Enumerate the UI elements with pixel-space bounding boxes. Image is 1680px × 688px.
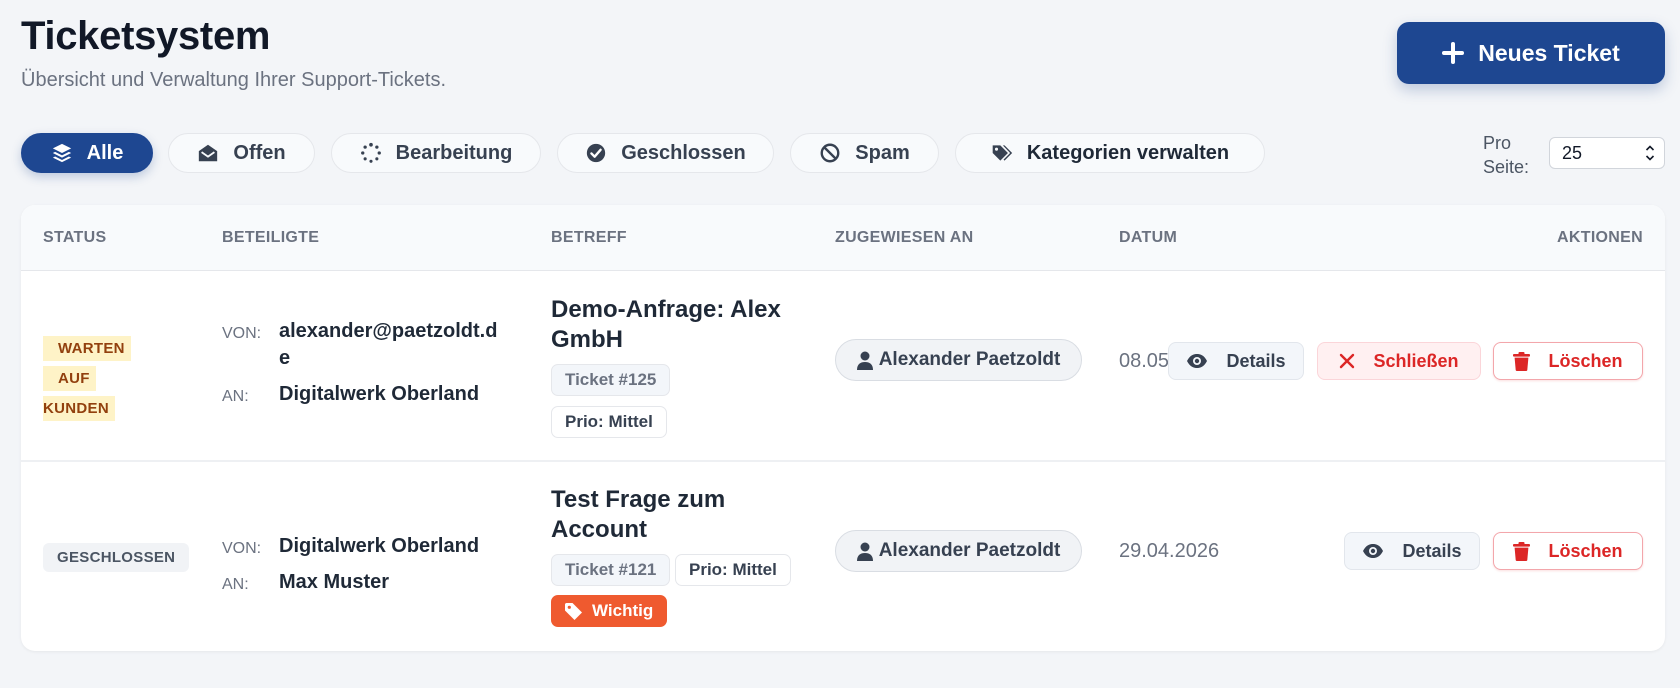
manage-categories-button[interactable]: Kategorien verwalten <box>955 133 1265 173</box>
filter-label: Geschlossen <box>621 141 746 164</box>
priority-badge: Prio: Mittel <box>551 406 667 438</box>
select-arrows-icon <box>1645 145 1655 161</box>
per-page-select[interactable]: 25 <box>1549 137 1665 169</box>
delete-button[interactable]: Löschen <box>1493 532 1643 570</box>
table-header: STATUS BETEILIGTE BETREFF ZUGEWIESEN AN … <box>21 205 1665 271</box>
eye-icon <box>1187 354 1208 368</box>
filter-all[interactable]: Alle <box>21 133 153 173</box>
filter-label: Kategorien verwalten <box>1026 141 1230 164</box>
to-value: Digitalwerk Oberland <box>279 383 480 405</box>
assignee-chip[interactable]: Alexander Paetzoldt <box>835 339 1082 381</box>
filter-label: Spam <box>855 141 910 164</box>
page-header: Ticketsystem Übersicht und Verwaltung Ih… <box>21 14 446 92</box>
filter-open[interactable]: Offen <box>168 133 315 173</box>
envelope-open-icon <box>199 144 218 162</box>
delete-label: Löschen <box>1548 540 1623 561</box>
ticket-date: 08.05 <box>1119 350 1170 372</box>
details-label: Details <box>1402 540 1462 561</box>
column-header-subject: BETREFF <box>551 229 627 246</box>
ticket-subject[interactable]: Test Frage zum Account <box>551 485 725 545</box>
eye-icon <box>1363 544 1384 558</box>
close-label: Schließen <box>1373 350 1459 371</box>
column-header-actions: AKTIONEN <box>1557 229 1643 246</box>
assignee-name: Alexander Paetzoldt <box>878 349 1061 370</box>
table-row: GESCHLOSSEN VON: Digitalwerk Oberland AN… <box>21 461 1665 651</box>
tag-label: Wichtig <box>592 601 654 620</box>
new-ticket-button[interactable]: Neues Ticket <box>1397 22 1665 84</box>
ban-icon <box>820 143 840 163</box>
filter-label: Alle <box>86 141 124 164</box>
details-button[interactable]: Details <box>1168 342 1304 380</box>
filter-label: Offen <box>233 141 286 164</box>
ticket-number-badge: Ticket #121 <box>551 554 671 586</box>
assignee-chip[interactable]: Alexander Paetzoldt <box>835 530 1082 572</box>
filter-label: Bearbeitung <box>395 141 513 164</box>
column-header-status: STATUS <box>43 229 107 246</box>
details-button[interactable]: Details <box>1344 532 1480 570</box>
tags-icon <box>992 145 1012 161</box>
new-ticket-label: Neues Ticket <box>1478 39 1620 66</box>
from-label: VON: <box>222 540 262 557</box>
tickets-table: STATUS BETEILIGTE BETREFF ZUGEWIESEN AN … <box>21 205 1665 651</box>
status-badge-closed: GESCHLOSSEN <box>43 543 190 572</box>
close-ticket-button[interactable]: Schließen <box>1317 342 1481 380</box>
user-icon <box>856 351 873 370</box>
layers-icon <box>52 143 71 163</box>
filter-processing[interactable]: Bearbeitung <box>331 133 541 173</box>
assignee-name: Alexander Paetzoldt <box>878 540 1061 561</box>
ticket-date: 29.04.2026 <box>1119 540 1220 562</box>
ticket-subject[interactable]: Demo-Anfrage: Alex GmbH <box>551 295 781 355</box>
trash-icon <box>1513 351 1531 371</box>
per-page-value: 25 <box>1562 142 1583 163</box>
column-header-assigned: ZUGEWIESEN AN <box>835 229 974 246</box>
to-value: Max Muster <box>279 571 390 593</box>
status-badge-waiting: WARTEN AUF KUNDEN <box>43 334 161 424</box>
column-header-participants: BETEILIGTE <box>222 229 320 246</box>
tag-badge[interactable]: Wichtig <box>551 595 668 627</box>
page-title: Ticketsystem <box>21 14 271 58</box>
details-label: Details <box>1226 350 1286 371</box>
page-subtitle: Übersicht und Verwaltung Ihrer Support-T… <box>21 69 447 91</box>
table-row: WARTEN AUF KUNDEN VON: alexander@paetzold… <box>21 271 1665 460</box>
delete-label: Löschen <box>1548 350 1623 371</box>
per-page-label: Pro Seite: <box>1483 133 1530 177</box>
filter-spam[interactable]: Spam <box>790 133 939 173</box>
from-label: VON: <box>222 325 262 342</box>
delete-button[interactable]: Löschen <box>1493 342 1643 380</box>
close-icon <box>1340 353 1355 369</box>
trash-icon <box>1513 541 1531 561</box>
check-circle-icon <box>587 143 606 163</box>
ticket-number-badge: Ticket #125 <box>551 364 671 396</box>
priority-badge: Prio: Mittel <box>675 554 791 586</box>
column-header-date: DATUM <box>1119 229 1178 246</box>
to-label: AN: <box>222 388 249 405</box>
plus-icon <box>1442 42 1465 64</box>
to-label: AN: <box>222 576 249 593</box>
from-value: alexander@paetzoldt.d e <box>279 320 498 369</box>
spinner-icon <box>360 142 381 163</box>
user-icon <box>856 542 873 561</box>
from-value: Digitalwerk Oberland <box>279 535 480 557</box>
filter-closed[interactable]: Geschlossen <box>557 133 774 173</box>
tag-icon <box>565 602 582 620</box>
